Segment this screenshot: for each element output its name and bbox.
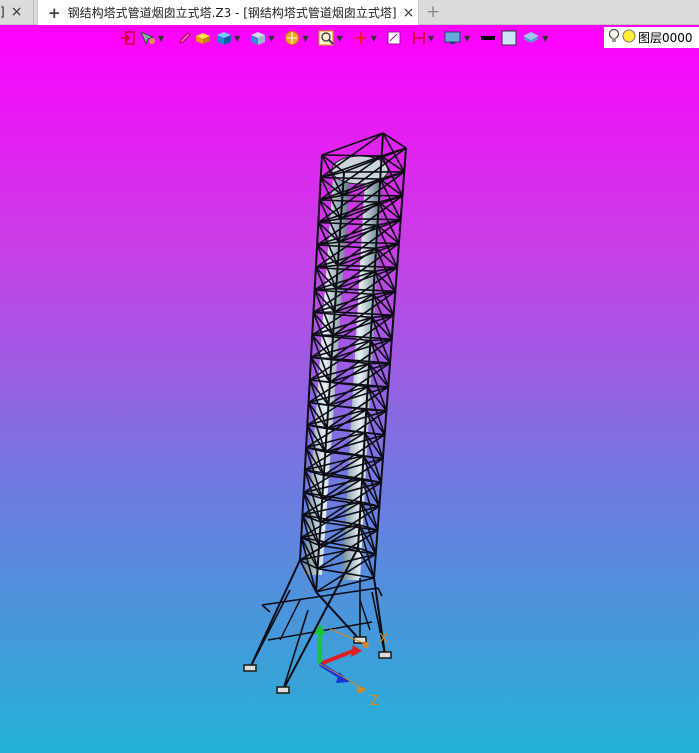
axis-z-label: Z [370, 694, 379, 709]
axis-x-label: X [379, 632, 388, 647]
steel-chimney-tower-model[interactable]: X Z [0, 0, 699, 753]
lattice-frame [243, 132, 407, 694]
